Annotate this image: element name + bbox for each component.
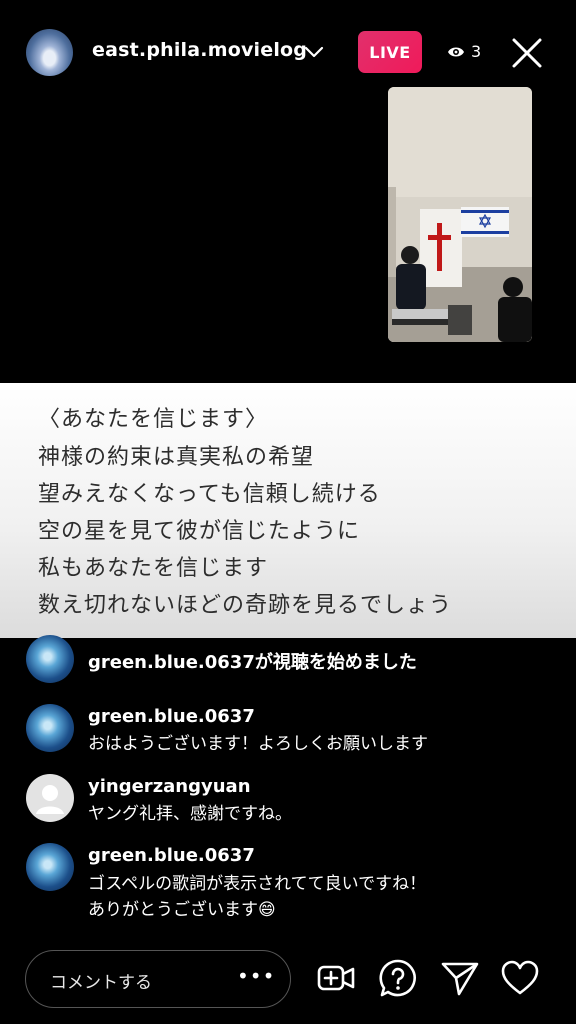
eye-icon — [448, 47, 464, 56]
chevron-down-icon[interactable] — [303, 41, 325, 63]
video-scene — [388, 87, 532, 342]
close-icon[interactable] — [510, 36, 544, 70]
more-options-button[interactable]: ••• — [237, 964, 275, 988]
join-notice: green.blue.0637が視聴を始めました — [88, 652, 417, 673]
lyrics-line: 望みえなくなっても信頼し続ける — [38, 482, 381, 507]
comment-text: ゴスペルの歌詞が表示されてて良いですね！ — [88, 874, 427, 894]
comment-username[interactable]: yingerzangyuan — [88, 776, 251, 797]
comment-placeholder: コメントする — [50, 973, 152, 993]
heart-icon[interactable] — [500, 958, 540, 998]
default-avatar-icon — [36, 785, 64, 814]
lyrics-line: 私もあなたを信じます — [38, 556, 269, 581]
add-guest-icon[interactable] — [316, 958, 356, 998]
send-icon[interactable] — [440, 958, 480, 998]
lyrics-panel: 〈あなたを信じます〉 神様の約束は真実私の希望 望みえなくなっても信頼し続ける … — [0, 383, 576, 638]
commenter-avatar[interactable] — [26, 774, 74, 822]
question-icon[interactable] — [378, 958, 418, 998]
commenter-avatar[interactable] — [26, 704, 74, 752]
comment-username[interactable]: green.blue.0637 — [88, 845, 255, 866]
viewer-count-value: 3 — [471, 42, 482, 61]
host-avatar[interactable] — [26, 29, 73, 76]
live-badge: LIVE — [358, 31, 422, 73]
comment-text: ヤング礼拝、感謝ですね。 — [88, 804, 292, 824]
lyrics-line: 数え切れないほどの奇跡を見るでしょう — [38, 593, 453, 618]
lyrics-line: 〈あなたを信じます〉 — [38, 407, 269, 432]
comment-input[interactable]: コメントする ••• — [25, 950, 291, 1008]
lyrics-line: 空の星を見て彼が信じたように — [38, 519, 361, 544]
commenter-avatar[interactable] — [26, 635, 74, 683]
comment-text: おはようございます！よろしくお願いします — [88, 734, 428, 754]
viewer-count[interactable]: 3 — [447, 42, 481, 61]
host-username[interactable]: east.phila.movielog — [92, 39, 307, 61]
video-preview[interactable] — [388, 87, 532, 342]
comment-username[interactable]: green.blue.0637 — [88, 706, 255, 727]
lyrics-line: 神様の約束は真実私の希望 — [38, 445, 315, 470]
commenter-avatar[interactable] — [26, 843, 74, 891]
comment-text: ありがとうございます😄 — [88, 900, 276, 920]
